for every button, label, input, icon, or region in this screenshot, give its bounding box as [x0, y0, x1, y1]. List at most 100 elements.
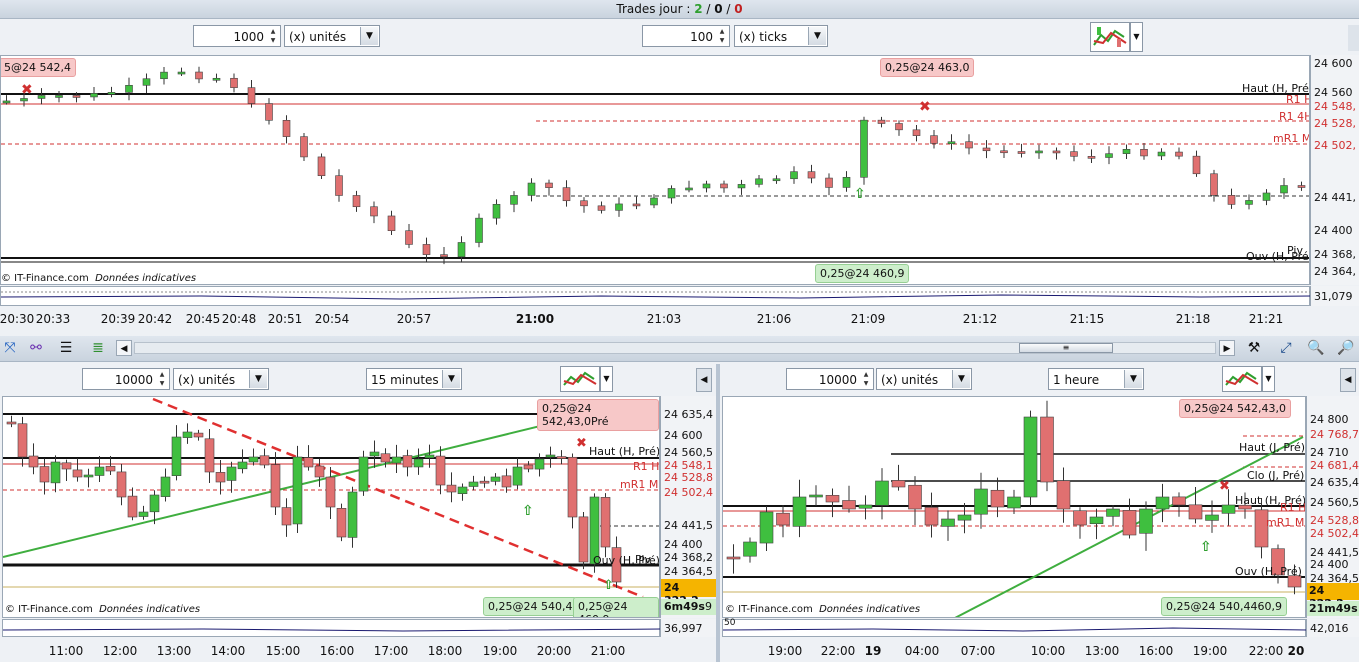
scroll-left-icon[interactable]: ◀: [116, 340, 132, 356]
sep: /: [722, 2, 735, 16]
chart-style-button[interactable]: [560, 366, 600, 392]
candle: [825, 495, 840, 503]
candle: [523, 464, 534, 470]
spin-up-icon[interactable]: ▲: [860, 370, 872, 379]
horizontal-scrollbar[interactable]: ≡: [134, 342, 1216, 354]
top-ticks-unit-select[interactable]: (x) ticks ▼: [734, 25, 828, 47]
order-tag[interactable]: 0,25@24 540,4: [483, 597, 578, 616]
left-chart[interactable]: ✖ ⇧ ⇧ 0,25@24 542,43,0Pré Haut (H, Pré) R1…: [2, 396, 660, 618]
panel-collapse-handle[interactable]: ◀: [1340, 368, 1356, 392]
candle: [424, 454, 435, 459]
candle: [193, 432, 204, 438]
link-icon[interactable]: ⚯: [26, 338, 46, 358]
chart-style-dropdown[interactable]: ▼: [1262, 366, 1275, 392]
chart-style-dropdown[interactable]: ▼: [1130, 22, 1143, 52]
spin-up-icon[interactable]: ▲: [267, 27, 279, 36]
top-ticks-input[interactable]: 100 ▲ ▼: [642, 25, 730, 47]
candle: [336, 508, 347, 538]
chart-style-dropdown[interactable]: ▼: [600, 366, 613, 392]
tools-icon[interactable]: ⚒: [1244, 338, 1264, 358]
zoom-fit-icon[interactable]: ⤢: [1276, 338, 1296, 358]
candle: [1122, 149, 1131, 154]
candle: [1089, 516, 1104, 525]
chevron-down-icon[interactable]: ▼: [360, 27, 378, 45]
candle: [941, 518, 955, 527]
ladder-icon[interactable]: ≣: [88, 338, 108, 358]
zoom-out-icon[interactable]: 🔍: [1306, 338, 1326, 358]
spin-up-icon[interactable]: ▲: [716, 27, 728, 36]
candle: [1035, 150, 1043, 154]
chevron-down-icon[interactable]: ▼: [249, 370, 267, 388]
order-tag[interactable]: 0,25@24 463,0: [880, 58, 975, 77]
top-qty-value: 1000: [233, 30, 264, 44]
order-tag-suffix2: Pré: [591, 415, 609, 428]
candle: [215, 472, 226, 483]
price-label: 24 528,8: [1310, 514, 1359, 527]
chevron-down-icon[interactable]: ▼: [1124, 370, 1142, 388]
spin-down-icon[interactable]: ▼: [156, 379, 168, 388]
top-qty-input[interactable]: 1000 ▲ ▼: [193, 25, 281, 47]
time-tick: 20:33: [35, 312, 71, 326]
right-indicator-axis: 42,016: [1306, 619, 1359, 637]
panel-collapse-handle[interactable]: ◀: [696, 368, 712, 392]
right-period-select[interactable]: 1 heure ▼: [1048, 368, 1144, 390]
spin-down-icon[interactable]: ▼: [860, 379, 872, 388]
candle: [413, 458, 424, 468]
ticks-spinner[interactable]: ▲ ▼: [716, 27, 728, 45]
time-tick: 21:09: [850, 312, 886, 326]
order-tag[interactable]: 0,25@24 460,9: [573, 597, 659, 617]
candle: [908, 484, 922, 510]
left-unit-select[interactable]: (x) unités ▼: [173, 368, 269, 390]
right-qty-input[interactable]: 10000 ▲ ▼: [786, 368, 874, 390]
top-unit-select[interactable]: (x) unités ▼: [284, 25, 380, 47]
time-tick: 16:00: [1138, 644, 1174, 658]
chart-style-button[interactable]: [1222, 366, 1262, 392]
candle: [1056, 480, 1071, 510]
sep: /: [702, 2, 715, 16]
order-tag[interactable]: 0,25@24 542,43,0Pré: [537, 399, 659, 431]
chevron-down-icon[interactable]: ▼: [808, 27, 826, 45]
list-icon[interactable]: ☰: [56, 338, 76, 358]
panel-divider[interactable]: [716, 364, 720, 662]
time-tick: 20:57: [396, 312, 432, 326]
spin-down-icon[interactable]: ▼: [716, 36, 728, 45]
qty-spinner[interactable]: ▲ ▼: [860, 370, 872, 388]
candle: [446, 484, 457, 493]
order-tag[interactable]: 5@24 542,4: [1, 58, 76, 77]
spin-up-icon[interactable]: ▲: [156, 370, 168, 379]
candle: [534, 458, 545, 470]
right-unit-select[interactable]: (x) unités ▼: [876, 368, 972, 390]
scroll-right-icon[interactable]: ▶: [1219, 340, 1235, 356]
time-tick: 17:00: [373, 644, 409, 658]
candle: [422, 244, 431, 255]
chevron-down-icon[interactable]: ▼: [952, 370, 970, 388]
time-tick: 18:00: [427, 644, 463, 658]
qty-spinner[interactable]: ▲ ▼: [156, 370, 168, 388]
chevron-down-icon: ▼: [603, 374, 610, 383]
candle: [90, 93, 98, 98]
order-tag[interactable]: 0,25@24 460,9: [815, 264, 910, 283]
right-chart[interactable]: ✖ ⇧ 0,25@24 542,43,0 Haut (J, Pré) Clo (J…: [722, 396, 1306, 618]
panel-collapse-handle[interactable]: [1348, 25, 1359, 51]
level-haut: Haut (H, Pré): [589, 445, 660, 458]
top-chart[interactable]: ✖ ✖ ⇧ 5@24 542,4 0,25@24 463,0 0,25@24 460…: [0, 55, 1310, 285]
candle: [772, 178, 781, 182]
price-label: 24 528,8: [664, 471, 713, 484]
scrollbar-thumb[interactable]: ≡: [1019, 343, 1113, 353]
zoom-in-icon[interactable]: 🔎: [1336, 338, 1356, 358]
top-ticks-unit-value: (x) ticks: [739, 30, 788, 44]
left-qty-input[interactable]: 10000 ▲ ▼: [82, 368, 170, 390]
top-price-axis: 24 600 24 560 24 548, 24 528, 24 502, 24…: [1310, 55, 1359, 285]
qty-spinner[interactable]: ▲ ▼: [267, 27, 279, 45]
candle: [72, 95, 81, 98]
time-tick: 10:00: [1030, 644, 1066, 658]
share-icon[interactable]: ⤧: [0, 338, 20, 358]
spin-down-icon[interactable]: ▼: [267, 36, 279, 45]
price-label: 24 635,4: [664, 408, 713, 421]
chart-style-button[interactable]: [1090, 22, 1130, 52]
chevron-down-icon[interactable]: ▼: [442, 370, 460, 388]
left-period-select[interactable]: 15 minutes ▼: [366, 368, 462, 390]
left-indicator-axis: 36,997: [660, 619, 716, 637]
order-tag[interactable]: 0,25@24 542,43,0: [1179, 399, 1291, 418]
order-tag[interactable]: 0,25@24 540,4460,9: [1161, 597, 1287, 616]
